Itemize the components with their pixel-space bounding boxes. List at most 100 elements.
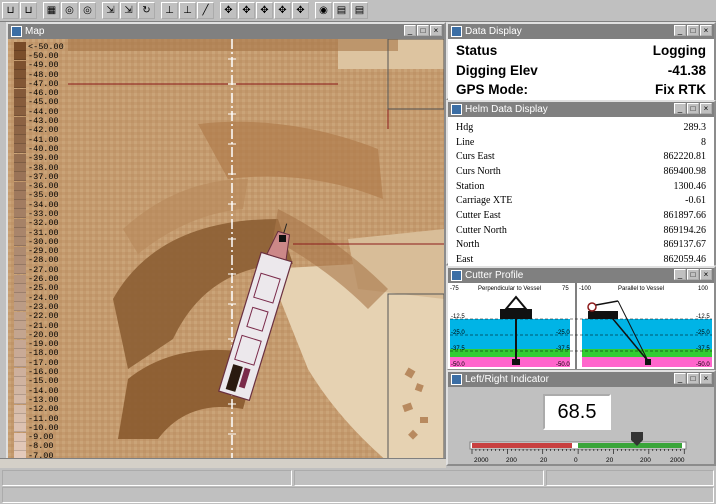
helm-label: Carriage XTE bbox=[456, 195, 513, 207]
legend-swatch bbox=[14, 423, 26, 433]
close-button[interactable]: × bbox=[700, 25, 712, 36]
legend-item: -17.00 bbox=[14, 358, 74, 368]
zoom-icon[interactable]: ⇲ bbox=[102, 2, 119, 19]
legend-item: -29.00 bbox=[14, 246, 74, 256]
document-icon[interactable]: ▤ bbox=[351, 2, 368, 19]
map-canvas[interactable]: <-50.00 -50.00 -49.00 -48.00 -47.00 -46.00 -45… bbox=[8, 39, 444, 462]
legend-item: -8.00 bbox=[14, 441, 74, 451]
legend-item: -37.00 bbox=[14, 172, 74, 182]
move-icon[interactable]: ✥ bbox=[238, 2, 255, 19]
move-icon[interactable]: ✥ bbox=[292, 2, 309, 19]
helm-row: Carriage XTE -0.61 bbox=[456, 193, 706, 208]
move-icon[interactable]: ✥ bbox=[220, 2, 237, 19]
legend-item: -19.00 bbox=[14, 339, 74, 349]
legend-item: -45.00 bbox=[14, 97, 74, 107]
left-right-indicator-window: Left/Right Indicator _ □ × 68.5 2000 200 2… bbox=[446, 370, 716, 466]
data-display-window: Data Display _ □ × Status Logging Digging … bbox=[446, 22, 716, 102]
target-icon[interactable]: ◎ bbox=[61, 2, 78, 19]
data-display-row: Status Logging bbox=[456, 41, 706, 61]
circle-icon[interactable]: ◉ bbox=[315, 2, 332, 19]
zoom-icon[interactable]: ⇲ bbox=[120, 2, 137, 19]
align-icon[interactable]: ⊔ bbox=[2, 2, 19, 19]
close-button[interactable]: × bbox=[430, 25, 442, 36]
lr-tick-label: 2000 bbox=[474, 457, 489, 464]
legend-swatch bbox=[14, 144, 26, 154]
helm-label: Curs North bbox=[456, 165, 501, 177]
close-button[interactable]: × bbox=[700, 103, 712, 114]
target-icon[interactable]: ◎ bbox=[79, 2, 96, 19]
legend-item: -15.00 bbox=[14, 376, 74, 386]
helm-row: Cutter East 861897.66 bbox=[456, 208, 706, 223]
helm-label: Station bbox=[456, 180, 485, 192]
legend-item: -30.00 bbox=[14, 237, 74, 247]
minimize-button[interactable]: _ bbox=[674, 25, 686, 36]
legend-swatch bbox=[14, 190, 26, 200]
close-button[interactable]: × bbox=[700, 373, 712, 384]
legend-swatch bbox=[14, 70, 26, 80]
ruler-icon[interactable]: ⊥ bbox=[161, 2, 178, 19]
legend-item: -23.00 bbox=[14, 302, 74, 312]
horizontal-scrollbar[interactable] bbox=[0, 458, 446, 468]
minimize-button[interactable]: _ bbox=[674, 373, 686, 384]
cutter-icon bbox=[451, 270, 462, 281]
lr-titlebar[interactable]: Left/Right Indicator _ □ × bbox=[448, 372, 714, 387]
minimize-button[interactable]: _ bbox=[404, 25, 416, 36]
cutter-titlebar[interactable]: Cutter Profile _ □ × bbox=[448, 268, 714, 283]
cutter-level-label: -25.0 bbox=[696, 330, 710, 336]
maximize-button[interactable]: □ bbox=[417, 25, 429, 36]
document-icon[interactable]: ▤ bbox=[333, 2, 350, 19]
depth-legend: <-50.00 -50.00 -49.00 -48.00 -47.00 -46.00 -45… bbox=[14, 42, 74, 462]
cutter-title: Cutter Profile bbox=[465, 270, 524, 281]
lr-value-display: 68.5 bbox=[543, 394, 611, 430]
legend-item: -38.00 bbox=[14, 163, 74, 173]
helm-titlebar[interactable]: Helm Data Display _ □ × bbox=[448, 102, 714, 117]
legend-item: -39.00 bbox=[14, 153, 74, 163]
ruler-icon[interactable]: ⊥ bbox=[179, 2, 196, 19]
helm-window: Helm Data Display _ □ × Hdg 289.3 Line 8 Cur… bbox=[446, 100, 716, 267]
lr-scale: 2000 200 20 0 20 200 2000 bbox=[469, 432, 687, 464]
data-display-title: Data Display bbox=[465, 26, 522, 37]
maximize-button[interactable]: □ bbox=[687, 25, 699, 36]
cutter-level-label: -50.0 bbox=[696, 362, 710, 368]
legend-swatch bbox=[14, 274, 26, 284]
helm-title: Helm Data Display bbox=[465, 104, 548, 115]
minimize-button[interactable]: _ bbox=[674, 269, 686, 280]
legend-item: -46.00 bbox=[14, 88, 74, 98]
move-icon[interactable]: ✥ bbox=[274, 2, 291, 19]
close-button[interactable]: × bbox=[700, 269, 712, 280]
maximize-button[interactable]: □ bbox=[687, 103, 699, 114]
helm-label: Line bbox=[456, 136, 475, 148]
align-icon[interactable]: ⊔ bbox=[20, 2, 37, 19]
grid-icon[interactable]: ▦ bbox=[43, 2, 60, 19]
legend-swatch bbox=[14, 97, 26, 107]
legend-swatch bbox=[14, 293, 26, 303]
legend-swatch bbox=[14, 153, 26, 163]
legend-swatch bbox=[14, 135, 26, 145]
helm-label: East bbox=[456, 254, 474, 266]
map-window: Map _ □ × <-50.00 -50.00 -49.00 -48.00 -… bbox=[6, 22, 446, 464]
lr-title: Left/Right Indicator bbox=[465, 374, 549, 385]
minimize-button[interactable]: _ bbox=[674, 103, 686, 114]
cutter-marker bbox=[279, 235, 286, 242]
cutter-level-label: -50.0 bbox=[556, 362, 570, 368]
helm-value: 8 bbox=[701, 136, 706, 148]
helm-value: 1300.46 bbox=[673, 180, 707, 192]
legend-swatch bbox=[14, 348, 26, 358]
helm-row: North 869137.67 bbox=[456, 238, 706, 253]
refresh-icon[interactable]: ↻ bbox=[138, 2, 155, 19]
legend-swatch bbox=[14, 51, 26, 61]
legend-swatch bbox=[14, 386, 26, 396]
pencil-icon[interactable]: ╱ bbox=[197, 2, 214, 19]
cutter-level-label: -25.0 bbox=[451, 330, 465, 336]
move-icon[interactable]: ✥ bbox=[256, 2, 273, 19]
maximize-button[interactable]: □ bbox=[687, 373, 699, 384]
cutter-profile-plot: -75 Perpendicular to Vessel 75 -100 Para… bbox=[448, 283, 714, 369]
helm-icon bbox=[451, 104, 462, 115]
data-display-titlebar[interactable]: Data Display _ □ × bbox=[448, 24, 714, 39]
map-titlebar[interactable]: Map _ □ × bbox=[8, 24, 444, 39]
legend-swatch bbox=[14, 358, 26, 368]
status-pane-3 bbox=[546, 470, 714, 486]
maximize-button[interactable]: □ bbox=[687, 269, 699, 280]
cutter-level-label: -37.5 bbox=[556, 346, 570, 352]
legend-item: -40.00 bbox=[14, 144, 74, 154]
